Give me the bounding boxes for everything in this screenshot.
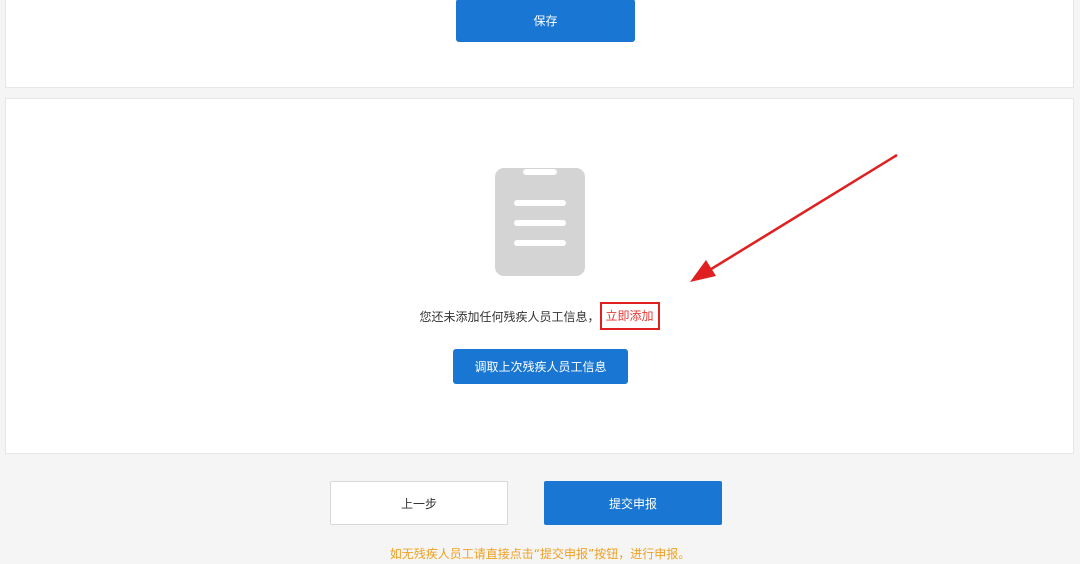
clipboard-icon — [495, 168, 585, 276]
empty-message: 您还未添加任何残疾人员工信息， — [419, 309, 600, 324]
recall-last-info-button[interactable]: 调取上次残疾人员工信息 — [453, 349, 628, 384]
empty-state-panel: 您还未添加任何残疾人员工信息， 立即添加 调取上次残疾人员工信息 — [5, 98, 1074, 454]
submit-hint: 如无残疾人员工请直接点击“提交申报”按钮，进行申报。 — [389, 547, 691, 561]
top-panel: 保存 — [5, 0, 1074, 88]
submit-declaration-button[interactable]: 提交申报 — [544, 481, 722, 525]
previous-step-button[interactable]: 上一步 — [330, 481, 508, 525]
add-now-link[interactable]: 立即添加 — [599, 302, 660, 330]
annotation-arrow — [690, 153, 898, 282]
empty-message-row: 您还未添加任何残疾人员工信息， 立即添加 — [6, 302, 1073, 330]
page: 保存 您还未添加任何残疾人员工信息， 立即添加 调取上次残疾人员工信息 上一步 … — [0, 0, 1080, 564]
save-button[interactable]: 保存 — [456, 0, 635, 42]
